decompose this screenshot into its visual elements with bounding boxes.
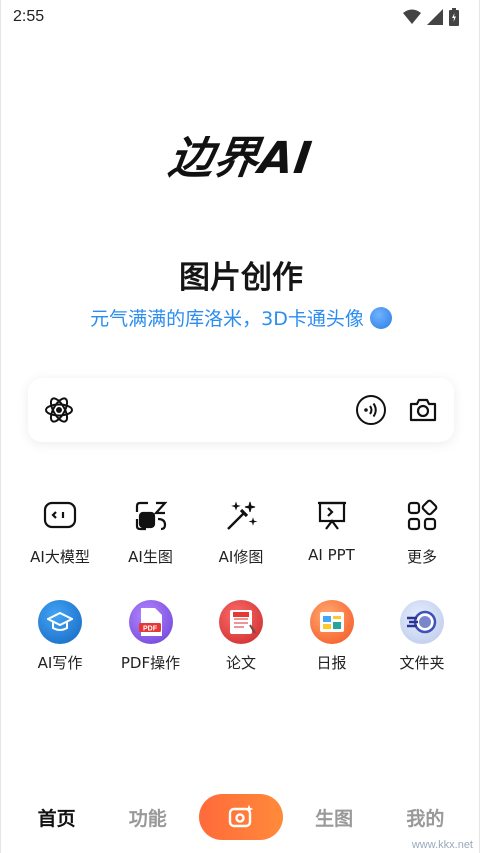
create-icon [228,805,253,828]
image-gen-icon [129,494,173,538]
tab-generate[interactable]: 生图 [294,804,374,831]
status-icons [403,8,459,26]
app-label: 日报 [316,654,347,672]
wifi-icon [403,9,421,24]
subtitle-text[interactable]: 元气满满的库洛米，3D卡通头像 [90,304,364,331]
presentation-icon [310,494,354,538]
app-report[interactable]: 日报 [287,600,377,673]
tab-home[interactable]: 首页 [17,804,97,831]
signal-icon [427,9,443,25]
tab-features[interactable]: 功能 [108,804,188,831]
atom-icon[interactable] [42,393,76,427]
app-logo: 边界AI [1,122,480,186]
tool-label: AI修图 [218,548,264,566]
svg-text:PDF: PDF [143,626,158,633]
status-bar: 2:55 [1,0,480,34]
battery-icon [449,8,459,26]
pdf-icon: PDF [128,600,173,644]
app-ai-writing[interactable]: AI写作 [15,600,105,673]
tool-more[interactable]: 更多 [377,494,467,567]
paper-icon [219,600,263,644]
voice-icon[interactable] [354,393,388,427]
app-folder[interactable]: 文件夹 [377,600,467,673]
chat-box-icon [38,494,82,538]
bottom-tab-bar: 首页 功能 生图 我的 [1,781,480,853]
watermark: www.kkx.net [411,839,473,851]
tool-ai-ppt[interactable]: AI PPT [287,494,377,567]
app-pdf[interactable]: PDF PDF操作 [106,600,196,673]
app-label: 论文 [225,654,256,672]
tab-mine[interactable]: 我的 [385,804,465,831]
app-label: AI写作 [37,654,83,672]
tool-label: AI PPT [308,546,355,564]
tool-ai-model[interactable]: AI大模型 [15,494,105,567]
blue-dot-icon [369,306,392,329]
tool-label: AI大模型 [30,548,90,566]
tool-ai-image[interactable]: AI生图 [106,494,196,567]
grid-more-icon [400,494,444,538]
apps-row: AI写作 PDF PDF操作 论文 日报 文件夹 [15,600,467,673]
camera-icon[interactable] [406,393,440,427]
app-paper[interactable]: 论文 [196,600,286,673]
tools-row: AI大模型 AI生图 AI修图 AI PPT 更多 [15,494,467,567]
tool-label: 更多 [406,548,437,566]
graduation-cap-icon [38,600,82,644]
report-icon [309,600,354,644]
status-time: 2:55 [13,8,45,25]
page-title: 图片创作 [179,260,303,296]
subtitle[interactable]: 元气满满的库洛米，3D卡通头像 [1,304,480,331]
tool-label: AI生图 [128,548,173,566]
magic-wand-icon [219,494,263,538]
folder-icon [400,600,444,644]
app-label: PDF操作 [120,654,181,672]
create-button[interactable] [198,794,283,840]
logo-text: 边界AI [165,133,316,184]
app-label: 文件夹 [399,654,445,672]
tool-ai-retouch[interactable]: AI修图 [196,494,286,567]
input-card[interactable] [28,378,454,442]
